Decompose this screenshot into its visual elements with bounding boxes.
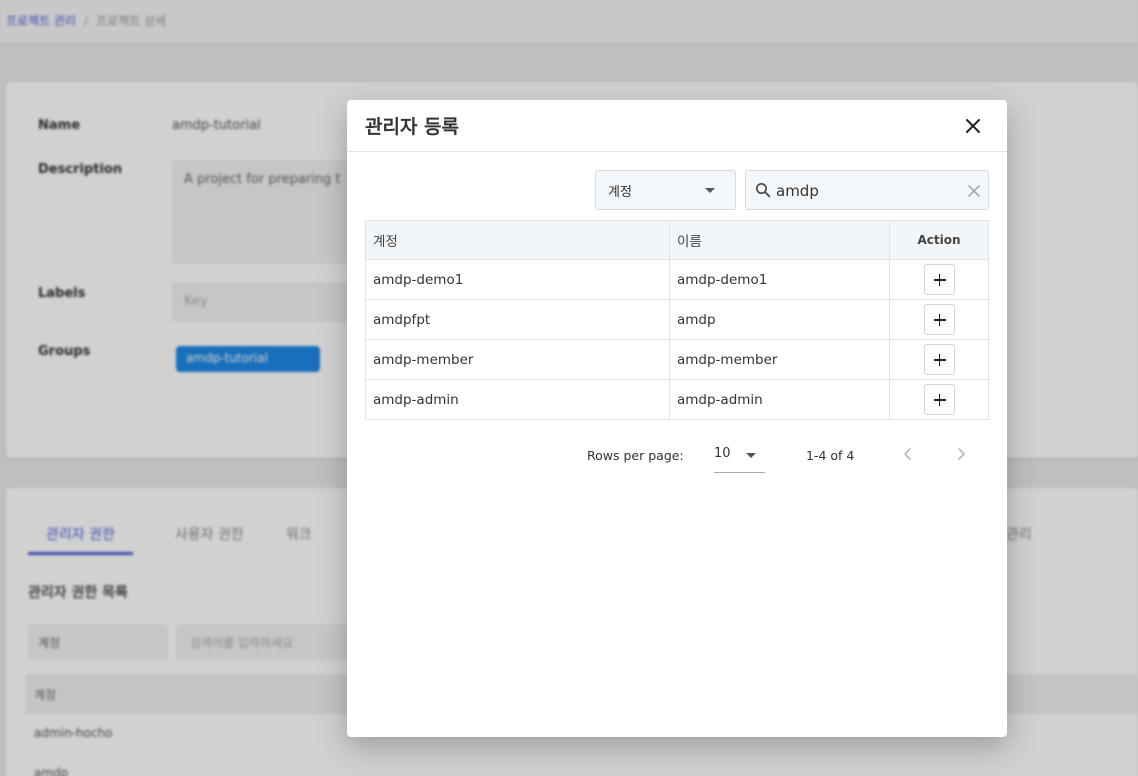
table-row: amdp-demo1 amdp-demo1 bbox=[365, 259, 989, 300]
search-field-select[interactable]: 계정 bbox=[595, 170, 736, 210]
rows-per-page-label: Rows per page: bbox=[587, 448, 684, 463]
close-icon bbox=[966, 119, 980, 133]
account-cell: amdp-admin bbox=[365, 379, 670, 420]
account-cell: amdpfpt bbox=[365, 299, 670, 340]
name-cell: amdp-admin bbox=[669, 379, 890, 420]
search-box bbox=[745, 170, 989, 210]
dialog-title: 관리자 등록 bbox=[365, 116, 460, 138]
user-table: 계정 이름 Action amdp-demo1 amdp-demo1 amdpf… bbox=[365, 220, 989, 420]
name-cell: amdp-demo1 bbox=[669, 259, 890, 300]
add-button[interactable] bbox=[923, 384, 955, 415]
search-field-select-value: 계정 bbox=[608, 185, 632, 200]
table-header-row: 계정 이름 Action bbox=[365, 220, 989, 260]
chevron-down-icon bbox=[746, 453, 756, 458]
rows-per-page-value: 10 bbox=[714, 446, 731, 461]
name-cell: amdp-member bbox=[669, 339, 890, 380]
dialog-header: 관리자 등록 bbox=[347, 100, 1007, 152]
table-row: amdp-member amdp-member bbox=[365, 339, 989, 380]
clear-icon[interactable] bbox=[966, 183, 982, 199]
search-icon bbox=[756, 183, 771, 198]
register-admin-dialog: 관리자 등록 계정 계정 이름 Action bbox=[347, 100, 1007, 737]
page-range-text: 1-4 of 4 bbox=[806, 448, 855, 463]
action-cell bbox=[889, 299, 989, 340]
account-cell: amdp-demo1 bbox=[365, 259, 670, 300]
chevron-down-icon bbox=[705, 188, 715, 193]
account-cell: amdp-member bbox=[365, 339, 670, 380]
column-header-action: Action bbox=[889, 220, 989, 260]
rows-per-page-select[interactable]: 10 bbox=[714, 438, 765, 473]
table-row: amdp-admin amdp-admin bbox=[365, 379, 989, 420]
column-header-account: 계정 bbox=[365, 220, 670, 260]
table-row: amdpfpt amdp bbox=[365, 299, 989, 340]
search-input[interactable] bbox=[776, 179, 956, 203]
pagination: Rows per page: 10 1-4 of 4 bbox=[347, 438, 1007, 474]
chevron-left-icon[interactable] bbox=[898, 444, 918, 464]
action-cell bbox=[889, 379, 989, 420]
add-button[interactable] bbox=[923, 304, 955, 335]
close-button[interactable] bbox=[961, 114, 985, 138]
column-header-name: 이름 bbox=[669, 220, 890, 260]
chevron-right-icon[interactable] bbox=[951, 444, 971, 464]
add-button[interactable] bbox=[923, 344, 955, 375]
add-button[interactable] bbox=[923, 264, 955, 295]
action-cell bbox=[889, 339, 989, 380]
action-cell bbox=[889, 259, 989, 300]
name-cell: amdp bbox=[669, 299, 890, 340]
